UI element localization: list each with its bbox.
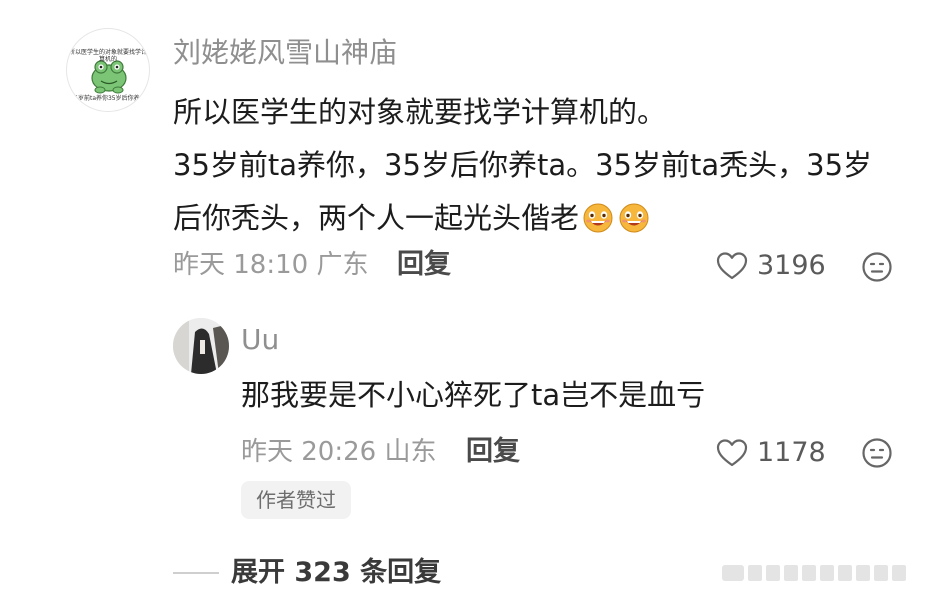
reply-dislike-button[interactable] <box>861 437 893 473</box>
meh-face-icon <box>862 438 892 468</box>
reply-time: 昨天 20:26 <box>241 437 377 467</box>
comment-reply-button[interactable]: 回复 <box>397 249 451 281</box>
grin-emoji-icon <box>581 198 615 251</box>
author-liked-badge: 作者赞过 <box>241 481 351 519</box>
comment-line-3-text: 后你秃头，两个人一起光头偕老 <box>173 201 580 235</box>
reply-like-button[interactable] <box>716 438 748 472</box>
comment-location: 广东 <box>316 250 369 280</box>
comment-time: 昨天 18:10 <box>173 250 309 280</box>
expand-replies-button[interactable]: 展开 323 条回复 <box>231 556 441 590</box>
heart-icon <box>716 252 748 280</box>
grin-emoji-icon <box>617 198 651 251</box>
avatar-reply[interactable] <box>173 318 229 374</box>
reply-meta: 昨天 20:26 山东 <box>241 436 436 468</box>
comment-line-2: 35岁前ta养你，35岁后你养ta。35岁前ta秃头，35岁 <box>173 148 873 182</box>
photo-avatar-icon <box>173 318 229 374</box>
comment-like-button[interactable] <box>716 251 748 285</box>
reply-like-count: 1178 <box>757 437 826 468</box>
watermark-logo-icon <box>722 561 922 589</box>
reply-reply-button[interactable]: 回复 <box>466 436 520 468</box>
comment-body: 所以医学生的对象就要找学计算机的。 35岁前ta养你，35岁后你养ta。35岁前… <box>173 86 913 251</box>
comment-meta: 昨天 18:10 广东 <box>173 249 368 281</box>
meh-face-icon <box>862 252 892 282</box>
comment-username[interactable]: 刘姥姥风雪山神庙 <box>173 36 397 70</box>
comment-line-3: 后你秃头，两个人一起光头偕老 <box>173 192 913 251</box>
reply-location: 山东 <box>384 437 437 467</box>
expand-divider <box>173 572 219 574</box>
reply-body: 那我要是不小心猝死了ta岂不是血亏 <box>241 378 706 412</box>
comment-dislike-button[interactable] <box>861 251 893 287</box>
reply-username[interactable]: Uu <box>241 323 279 357</box>
avatar-main-comment[interactable]: 所以医学生的对象就要找学计算机的 35岁前ta养你35岁后你养ta <box>66 28 150 112</box>
comment-line-1: 所以医学生的对象就要找学计算机的。 <box>173 95 667 129</box>
comment-like-count: 3196 <box>757 250 826 281</box>
avatar-caption-bottom: 35岁前ta养你35岁后你养ta <box>70 95 146 102</box>
heart-icon <box>716 439 748 467</box>
avatar-caption-top: 所以医学生的对象就要找学计算机的 <box>68 49 147 63</box>
